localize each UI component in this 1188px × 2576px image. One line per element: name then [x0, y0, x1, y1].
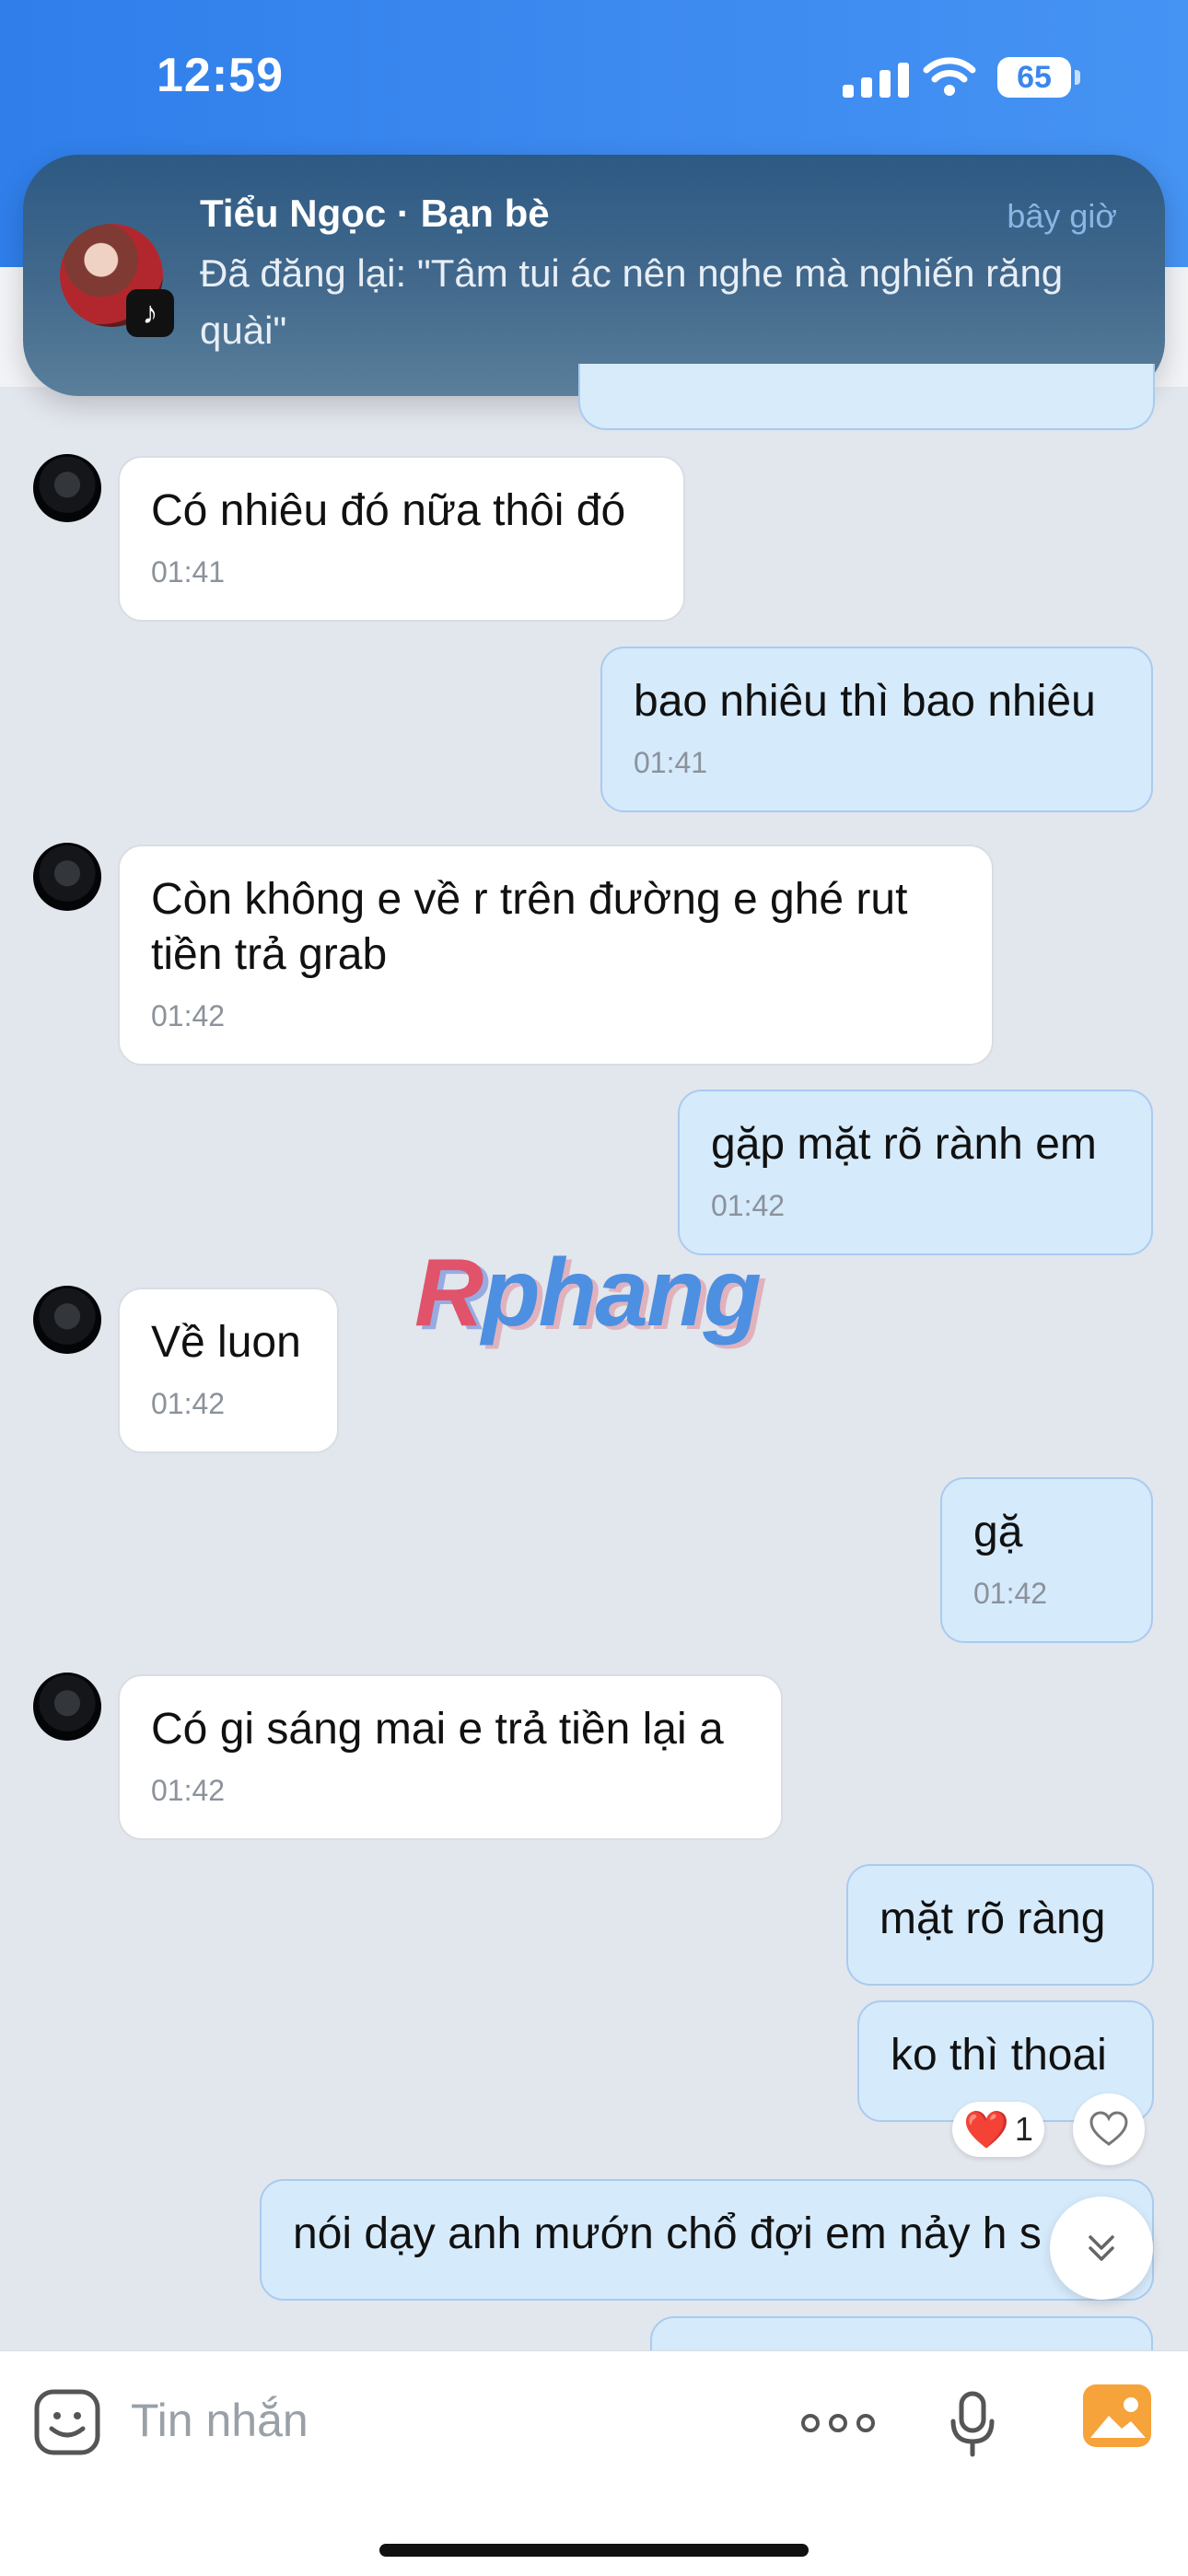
message-time: 01:42 — [151, 999, 226, 1032]
message-bubble-outgoing[interactable]: gặp mặt rõ rành em 01:42 — [678, 1090, 1153, 1255]
message-time: 01:42 — [711, 1189, 786, 1222]
message-bubble-outgoing[interactable]: mặt rõ ràng — [846, 1864, 1154, 1986]
home-indicator[interactable] — [379, 2544, 809, 2557]
notification-title: Tiểu Ngọc · Bạn bè — [200, 192, 550, 235]
heart-icon[interactable] — [1073, 2093, 1145, 2165]
message-time: 01:41 — [151, 555, 226, 589]
microphone-icon[interactable] — [949, 2390, 996, 2463]
message-text: Có gi sáng mai e trả tiền lại a — [151, 1705, 724, 1754]
reaction-count-pill[interactable]: ❤️ 1 — [952, 2102, 1044, 2157]
message-bubble-incoming[interactable]: Về luon 01:42 — [118, 1288, 339, 1453]
message-text: nói dạy anh mướn chổ đợi em nảy h s — [293, 2209, 1042, 2258]
message-bubble-outgoing[interactable]: nói dạy anh mướn chổ đợi em nảy h s — [260, 2179, 1154, 2301]
heart-reaction-emoji: ❤️ — [963, 2109, 1009, 2151]
message-text: Về luon — [151, 1318, 301, 1367]
notification-body: Đã đăng lại: "Tâm tui ác nên nghe mà ngh… — [200, 251, 1064, 352]
sticker-icon[interactable] — [33, 2388, 101, 2461]
battery-tip — [1075, 70, 1080, 85]
battery-level: 65 — [997, 57, 1071, 98]
message-text: Có nhiêu đó nữa thôi đó — [151, 486, 626, 535]
message-text: ko thì thoai — [891, 2031, 1107, 2080]
push-notification[interactable]: ♪ Tiểu Ngọc · Bạn bè bây giờ Đã đăng lại… — [23, 155, 1165, 396]
watermark-rest: phang — [482, 1240, 762, 1346]
message-bubble-outgoing[interactable]: gặ 01:42 — [940, 1477, 1153, 1643]
watermark-initial: R — [414, 1240, 483, 1346]
message-time: 01:41 — [634, 746, 708, 779]
message-input-bar: Tin nhắn — [0, 2350, 1188, 2576]
reaction-count: 1 — [1014, 2110, 1033, 2148]
message-bubble-incoming[interactable]: Có nhiêu đó nữa thôi đó 01:41 — [118, 456, 685, 622]
message-text: gặ — [973, 1508, 1023, 1556]
contact-avatar[interactable] — [33, 1286, 101, 1354]
notification-time: bây giờ — [1007, 197, 1117, 235]
image-icon[interactable] — [1083, 2384, 1151, 2447]
status-time: 12:59 — [157, 49, 284, 102]
message-text: mặt rõ ràng — [879, 1894, 1106, 1943]
contact-avatar[interactable] — [33, 454, 101, 522]
message-bubble-outgoing[interactable]: bao nhiêu thì bao nhiêu 01:41 — [600, 647, 1153, 812]
message-bubble-incoming[interactable]: Có gi sáng mai e trả tiền lại a 01:42 — [118, 1674, 783, 1840]
wifi-icon — [923, 55, 976, 102]
more-icon[interactable] — [801, 2414, 875, 2432]
message-time: 01:42 — [151, 1387, 226, 1420]
message-text: bao nhiêu thì bao nhiêu — [634, 677, 1096, 726]
message-text: gặp mặt rõ rành em — [711, 1120, 1097, 1169]
contact-avatar[interactable] — [33, 843, 101, 911]
chevron-double-down-icon[interactable] — [1050, 2197, 1153, 2300]
message-input[interactable]: Tin nhắn — [131, 2394, 309, 2447]
message-bubble-incoming[interactable]: Còn không e về r trên đường e ghé rut ti… — [118, 845, 994, 1066]
contact-avatar[interactable] — [33, 1673, 101, 1741]
watermark-logo: Rphang — [414, 1239, 762, 1348]
cellular-signal-icon — [843, 63, 909, 98]
message-text: Còn không e về r trên đường e ghé rut ti… — [151, 875, 908, 979]
message-time: 01:42 — [151, 1774, 226, 1807]
message-time: 01:42 — [973, 1577, 1048, 1610]
tiktok-icon: ♪ — [126, 289, 174, 337]
message-bubble-partial[interactable] — [578, 364, 1155, 430]
